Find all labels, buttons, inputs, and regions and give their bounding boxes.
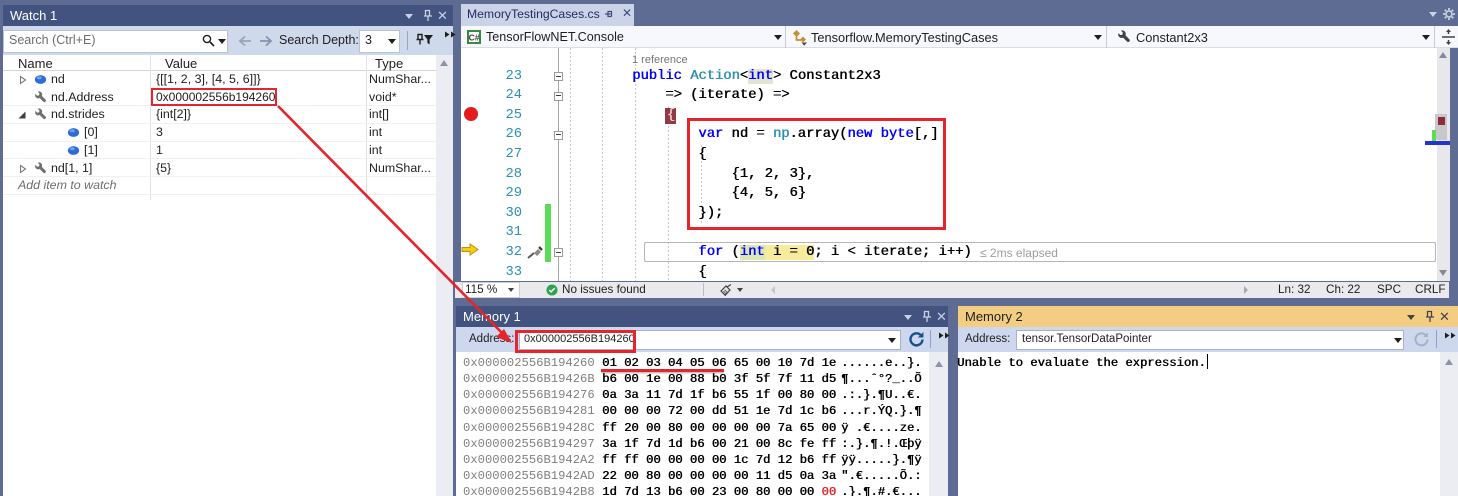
svg-text:C#: C# xyxy=(469,33,480,43)
